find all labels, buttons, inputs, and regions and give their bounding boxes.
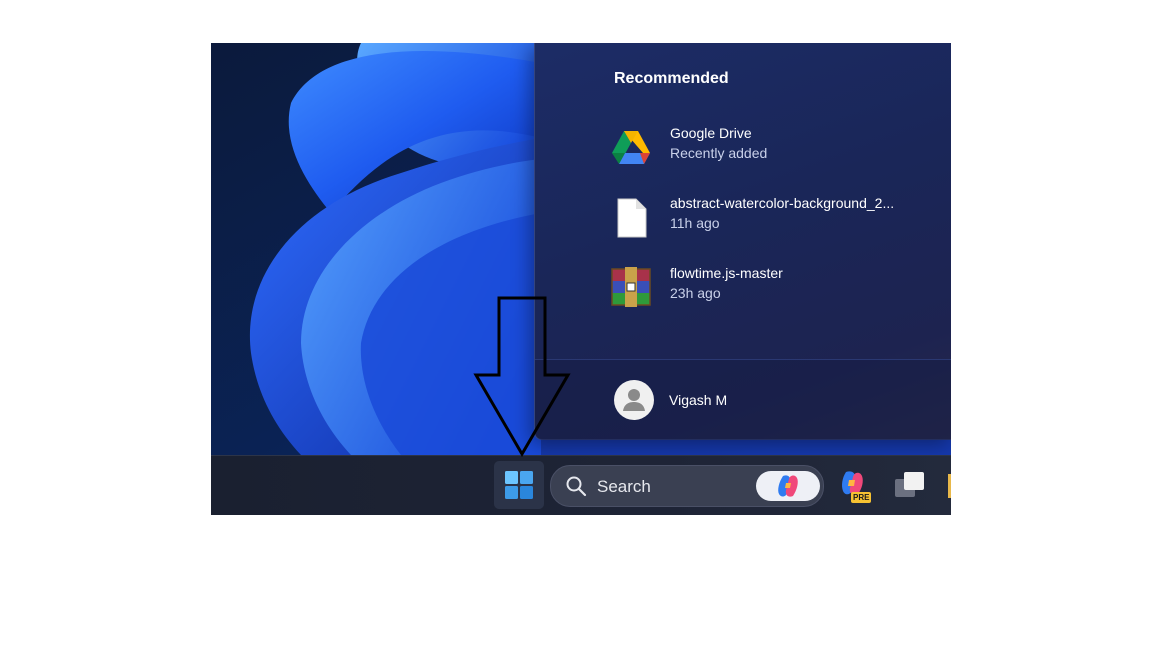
- copilot-icon: [778, 475, 798, 497]
- user-avatar-icon[interactable]: [614, 380, 654, 420]
- recommended-heading: Recommended: [614, 70, 729, 87]
- task-view-icon: [895, 472, 924, 497]
- recommended-item-name: abstract-watercolor-background_2...: [670, 195, 895, 211]
- recommended-item-detail: Recently added: [670, 145, 768, 161]
- recommended-item-document[interactable]: abstract-watercolor-background_2... 11h …: [610, 193, 940, 241]
- pre-badge-label: PRE: [853, 493, 870, 502]
- down-arrow-icon: [473, 296, 571, 457]
- desktop-screen: Recommended Google Drive Recently added …: [211, 43, 951, 515]
- copilot-button[interactable]: [756, 471, 820, 501]
- taskbar-app-task-view[interactable]: [892, 468, 928, 504]
- user-account-bar: Vigash M: [535, 359, 951, 440]
- user-name[interactable]: Vigash M: [669, 392, 727, 408]
- document-icon: [617, 198, 647, 238]
- recommended-item-archive[interactable]: flowtime.js-master 23h ago: [610, 263, 940, 311]
- taskbar: Search PRE: [211, 455, 951, 515]
- taskbar-app-partial[interactable]: [948, 474, 951, 498]
- recommended-item-name: flowtime.js-master: [670, 265, 783, 281]
- recommended-item-detail: 23h ago: [670, 285, 721, 301]
- search-label: Search: [597, 477, 651, 496]
- taskbar-app-copilot-pre[interactable]: PRE: [836, 468, 872, 504]
- winrar-archive-icon: [611, 267, 651, 307]
- google-drive-icon: [612, 131, 650, 164]
- start-button[interactable]: [494, 461, 544, 509]
- recommended-item-detail: 11h ago: [670, 215, 720, 231]
- start-menu: Recommended Google Drive Recently added …: [534, 43, 951, 440]
- windows-start-icon: [505, 471, 533, 499]
- search-icon: [566, 476, 587, 497]
- recommended-item-name: Google Drive: [670, 125, 752, 141]
- recommended-item-google-drive[interactable]: Google Drive Recently added: [610, 123, 940, 171]
- taskbar-search-box[interactable]: Search: [550, 465, 824, 507]
